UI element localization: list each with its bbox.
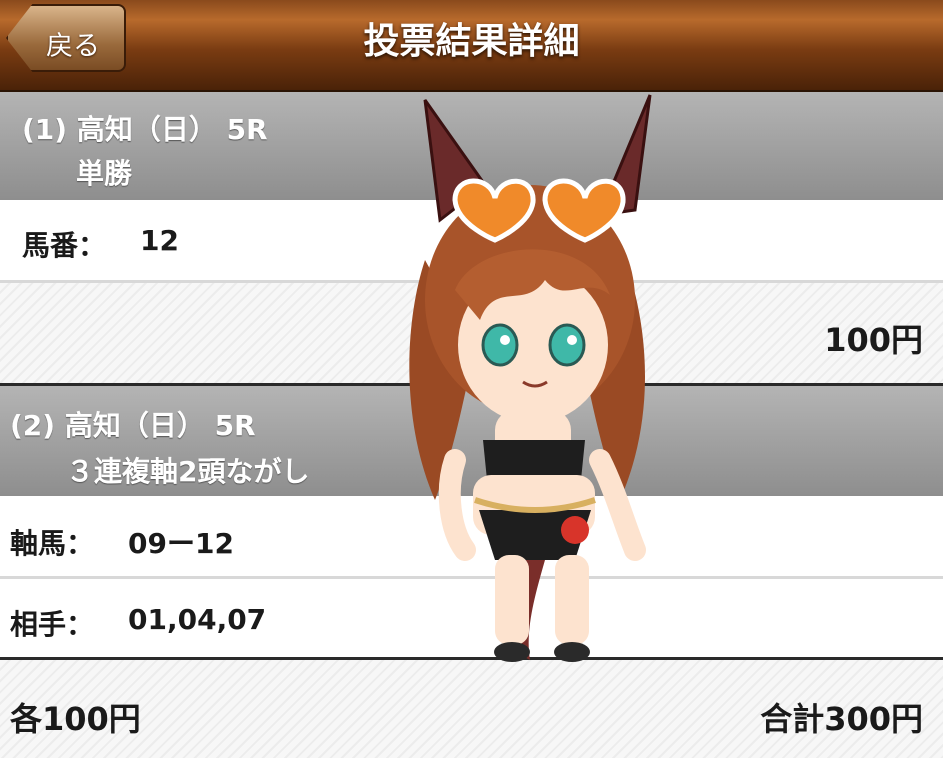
- axis-horse-label: 軸馬：: [10, 527, 95, 560]
- partner-label: 相手：: [10, 608, 95, 641]
- chibi-horse-girl-character: [409, 94, 652, 662]
- bet-2-bet-type: ３連複軸2頭ながし: [66, 455, 310, 488]
- left-shoe: [494, 642, 530, 662]
- bet-2-amount-row: 各100円 合計300円: [0, 660, 943, 758]
- axis-horse-value: 09ー12: [128, 527, 234, 560]
- bet-1-bet-type: 単勝: [76, 157, 133, 190]
- bet-2-race-label: (2) 高知（日） 5R: [10, 409, 256, 442]
- bet-1-amount: 100円: [824, 321, 923, 359]
- partner-value: 01,04,07: [128, 603, 267, 636]
- left-arm: [438, 449, 476, 561]
- left-eye-icon: [481, 323, 519, 367]
- header-bar: 戻る 投票結果詳細: [0, 0, 943, 92]
- bet-2-total-amount: 合計300円: [760, 700, 923, 738]
- right-shoe: [554, 642, 590, 662]
- page-title: 投票結果詳細: [363, 21, 580, 62]
- horse-number-label: 馬番：: [22, 229, 107, 262]
- right-eye-icon: [548, 323, 586, 367]
- left-leg: [495, 555, 529, 645]
- bikini-top: [483, 440, 585, 480]
- flower-icon: [561, 516, 589, 544]
- bet-2-per-unit-amount: 各100円: [10, 700, 141, 738]
- horse-number-value: 12: [140, 224, 179, 257]
- bet-1-race-label: (1) 高知（日） 5R: [22, 113, 268, 146]
- right-leg: [555, 555, 589, 645]
